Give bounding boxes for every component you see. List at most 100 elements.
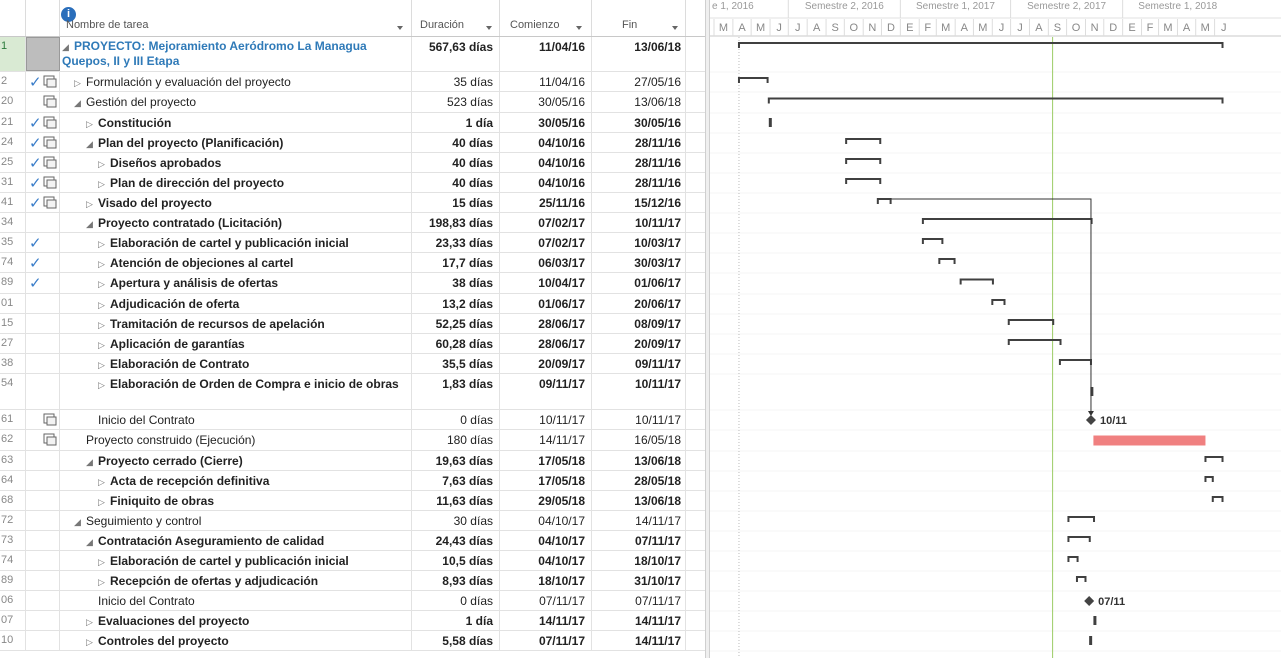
- task-end[interactable]: 28/11/16: [592, 173, 686, 192]
- row-number[interactable]: 25: [0, 153, 26, 172]
- task-name-cell[interactable]: ▷ Formulación y evaluación del proyecto: [60, 72, 412, 91]
- task-duration[interactable]: 10,5 días: [412, 551, 500, 570]
- task-duration[interactable]: 40 días: [412, 153, 500, 172]
- collapse-icon[interactable]: ◢: [86, 139, 98, 150]
- expand-icon[interactable]: ▷: [98, 360, 110, 371]
- header-duration[interactable]: Duración: [412, 0, 500, 36]
- row-number[interactable]: 31: [0, 173, 26, 192]
- task-duration[interactable]: 0 días: [412, 591, 500, 610]
- task-start[interactable]: 30/05/16: [500, 92, 592, 112]
- task-row[interactable]: 89 ✓ ▷ Apertura y análisis de ofertas 38 día…: [0, 273, 710, 294]
- task-end[interactable]: 18/10/17: [592, 551, 686, 570]
- task-end[interactable]: 07/11/17: [592, 531, 686, 550]
- task-end[interactable]: 28/11/16: [592, 133, 686, 152]
- task-row[interactable]: 72 ◢ Seguimiento y control 30 días 04/10/17 1…: [0, 511, 710, 531]
- task-end[interactable]: 28/11/16: [592, 153, 686, 172]
- task-name-cell[interactable]: ▷ Adjudicación de oferta: [60, 294, 412, 313]
- task-name-cell[interactable]: ▷ Acta de recepción definitiva: [60, 471, 412, 490]
- task-duration[interactable]: 40 días: [412, 173, 500, 192]
- expand-icon[interactable]: ▷: [98, 259, 110, 270]
- expand-icon[interactable]: ▷: [86, 617, 98, 628]
- expand-icon[interactable]: ▷: [98, 378, 110, 392]
- task-row[interactable]: 68 ▷ Finiquito de obras 11,63 días 29/05/18 1…: [0, 491, 710, 511]
- expand-icon[interactable]: ▷: [98, 320, 110, 331]
- task-end[interactable]: 13/06/18: [592, 491, 686, 510]
- row-number[interactable]: 41: [0, 193, 26, 212]
- task-duration[interactable]: 40 días: [412, 133, 500, 152]
- task-name-cell[interactable]: ▷ Elaboración de Contrato: [60, 354, 412, 373]
- task-row[interactable]: 21 ✓ ▷ Constitución 1 día 30/05/16 30/05/16: [0, 113, 710, 133]
- task-end[interactable]: 10/11/17: [592, 374, 686, 409]
- expand-icon[interactable]: ▷: [98, 497, 110, 508]
- header-indicators[interactable]: i: [26, 0, 76, 36]
- expand-icon[interactable]: ▷: [86, 119, 98, 130]
- summary-bar[interactable]: [737, 42, 1224, 48]
- expand-icon[interactable]: ▷: [86, 199, 98, 210]
- task-duration[interactable]: 30 días: [412, 511, 500, 530]
- task-row[interactable]: 2 ✓ ▷ Formulación y evaluación del proyecto…: [0, 72, 710, 92]
- collapse-icon[interactable]: ◢: [86, 537, 98, 548]
- task-end[interactable]: 15/12/16: [592, 193, 686, 212]
- task-start[interactable]: 09/11/17: [500, 374, 592, 409]
- task-start[interactable]: 11/04/16: [500, 72, 592, 91]
- task-start[interactable]: 04/10/17: [500, 531, 592, 550]
- task-end[interactable]: 09/11/17: [592, 354, 686, 373]
- row-number[interactable]: 2: [0, 72, 26, 91]
- row-number[interactable]: 63: [0, 451, 26, 470]
- task-name-cell[interactable]: ◢ Plan del proyecto (Planificación): [60, 133, 412, 152]
- row-number[interactable]: 21: [0, 113, 26, 132]
- task-name-cell[interactable]: ▷ Diseños aprobados: [60, 153, 412, 172]
- task-row[interactable]: 06 Inicio del Contrato 0 días 07/11/17 07/11…: [0, 591, 710, 611]
- task-duration[interactable]: 19,63 días: [412, 451, 500, 470]
- task-end[interactable]: 14/11/17: [592, 511, 686, 530]
- task-row[interactable]: 35 ✓ ▷ Elaboración de cartel y publicación …: [0, 233, 710, 253]
- row-number[interactable]: 07: [0, 611, 26, 630]
- task-duration[interactable]: 0 días: [412, 410, 500, 429]
- task-name-cell[interactable]: ▷ Atención de objeciones al cartel: [60, 253, 412, 272]
- task-start[interactable]: 11/04/16: [500, 37, 592, 71]
- task-name-cell[interactable]: ▷ Elaboración de cartel y publicación ini…: [60, 233, 412, 252]
- summary-bar[interactable]: [1075, 576, 1087, 582]
- summary-bar[interactable]: [1204, 476, 1214, 482]
- expand-icon[interactable]: ▷: [98, 159, 110, 170]
- summary-bar[interactable]: [1067, 516, 1096, 522]
- task-start[interactable]: 07/02/17: [500, 213, 592, 232]
- collapse-icon[interactable]: ◢: [86, 219, 98, 230]
- notes-icon[interactable]: [43, 75, 57, 91]
- task-end[interactable]: 10/11/17: [592, 213, 686, 232]
- summary-bar[interactable]: [845, 138, 882, 144]
- summary-bar[interactable]: [845, 178, 882, 184]
- chevron-down-icon[interactable]: [672, 26, 678, 30]
- task-name-cell[interactable]: ▷ Finiquito de obras: [60, 491, 412, 510]
- task-name-cell[interactable]: ▷ Elaboración de cartel y publicación ini…: [60, 551, 412, 570]
- task-end[interactable]: 30/03/17: [592, 253, 686, 272]
- row-number[interactable]: 15: [0, 314, 26, 333]
- row-number[interactable]: 10: [0, 631, 26, 650]
- expand-icon[interactable]: ▷: [74, 78, 86, 89]
- task-start[interactable]: 28/06/17: [500, 314, 592, 333]
- task-end[interactable]: 07/11/17: [592, 591, 686, 610]
- task-duration[interactable]: 35,5 días: [412, 354, 500, 373]
- task-end[interactable]: 16/05/18: [592, 430, 686, 450]
- task-duration[interactable]: 7,63 días: [412, 471, 500, 490]
- task-start[interactable]: 18/10/17: [500, 571, 592, 590]
- task-name-cell[interactable]: Inicio del Contrato: [60, 410, 412, 429]
- task-duration[interactable]: 52,25 días: [412, 314, 500, 333]
- row-number[interactable]: 72: [0, 511, 26, 530]
- task-duration[interactable]: 60,28 días: [412, 334, 500, 353]
- task-end[interactable]: 10/11/17: [592, 410, 686, 429]
- task-row[interactable]: 31 ✓ ▷ Plan de dirección del proyecto 40 día…: [0, 173, 710, 193]
- summary-bar[interactable]: [959, 278, 994, 285]
- task-start[interactable]: 30/05/16: [500, 113, 592, 132]
- task-duration[interactable]: 11,63 días: [412, 491, 500, 510]
- task-start[interactable]: 10/04/17: [500, 273, 592, 293]
- summary-bar[interactable]: [921, 238, 944, 244]
- summary-bar[interactable]: [1089, 636, 1093, 645]
- collapse-icon[interactable]: ◢: [86, 457, 98, 468]
- notes-icon[interactable]: [43, 413, 57, 429]
- task-row[interactable]: 61 Inicio del Contrato 0 días 10/11/17 10/11…: [0, 410, 710, 430]
- task-row[interactable]: 25 ✓ ▷ Diseños aprobados 40 días 04/10/16 28/1…: [0, 153, 710, 173]
- notes-icon[interactable]: [43, 136, 57, 152]
- task-duration[interactable]: 17,7 días: [412, 253, 500, 272]
- row-number[interactable]: 61: [0, 410, 26, 429]
